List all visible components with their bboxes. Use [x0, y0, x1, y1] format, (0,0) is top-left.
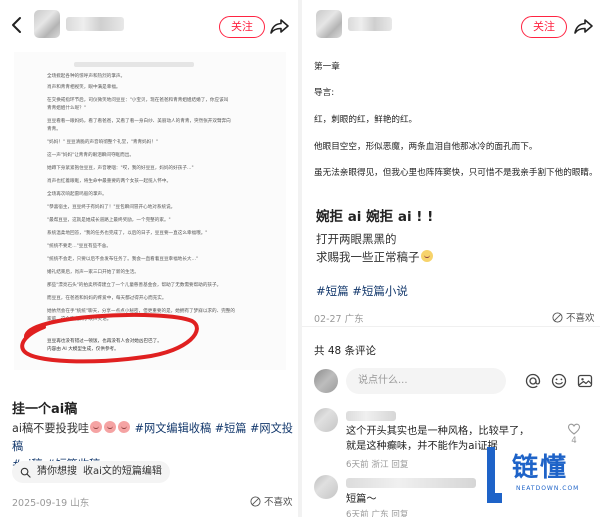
post-body-line: 打开两眼黑黑的 [316, 232, 397, 246]
doc-line: 青青。 [47, 127, 61, 132]
author-avatar[interactable] [316, 10, 342, 38]
post-image-document[interactable]: 全场掀起各种的惊呼声和热烈的掌声。 肖声和青青相视笑，眼中满是幸福。在交换戒指环节… [14, 52, 286, 370]
left-post-panel: 关注 全场掀起各种的惊呼声和热烈的掌声。 肖声和青青相视笑，眼中满是幸福。在交换戒… [0, 0, 298, 517]
doc-line: 青青姐姐什么呢？" [47, 106, 86, 111]
post-title: 婉拒 ai 婉拒 ai ! ! [316, 209, 434, 225]
comment-meta[interactable]: 6天前 浙江 回复 [346, 458, 409, 470]
sad-emoji-icon [420, 250, 433, 262]
heart-icon [567, 423, 581, 435]
right-post-panel: 关注 第一章 导言: 红，刺眼的红，鲜艳的红。 他眼目空空，形似恶魔，两条血泪自… [302, 0, 600, 517]
follow-button[interactable]: 关注 [521, 16, 567, 38]
at-mention-icon[interactable] [524, 372, 542, 390]
doc-line: "统统不会走，只要以后不会发布任务了。我会一直看着豆豆幸福地长大…" [47, 257, 199, 262]
like-button[interactable]: 4 [564, 422, 584, 446]
doc-line: 那些"漂亮石头"的拍卖所得建立了一个儿童慈善基金会，帮助了无数需要帮助的孩子。 [47, 283, 222, 288]
doc-line: 虽无法亲眼得见，但我心里也阵阵窦快，只可惜不是我亲手割下他的眼睛。 [314, 168, 598, 178]
doc-line: 在交换戒指环节后，司仪微笑地问豆豆："小宝贝，现在爸爸和青青姐姐结婚了，你应该叫 [47, 98, 229, 103]
red-circle-annotation [20, 312, 199, 364]
dislike-icon [250, 495, 261, 507]
comment-input[interactable]: 说点什么... [346, 368, 506, 394]
comment-input-row: 说点什么... [314, 368, 593, 396]
watermark-brand: 链懂 [512, 453, 569, 483]
author-name[interactable] [348, 17, 392, 31]
post-body-text: ai稿不要投我哇 [12, 422, 90, 435]
doc-line: 她蹲下身紧紧抱住豆豆，声音哽咽："哎，我的好豆豆，妈妈的好孩子…" [47, 166, 194, 171]
doc-line: 而豆豆，在爸爸和妈妈的疼爱中，每天都过得开心而充实。 [47, 296, 167, 301]
doc-line: "恭喜宿主，豆豆终于有妈妈了！"豆包瞬间冒开心地对系统说。 [47, 205, 176, 210]
post-header: 关注 [0, 0, 298, 52]
doc-line: "最帮豆豆，这就是她成长道路上最终奖励，一个完整的家。" [47, 218, 171, 223]
related-search-chip[interactable]: 猜你想搜 收ai文的短篇编辑 [12, 461, 170, 483]
back-arrow-icon[interactable] [6, 14, 28, 36]
image-icon[interactable] [576, 372, 594, 390]
watermark-logo-icon [487, 447, 502, 503]
dislike-button[interactable]: 不喜欢 [250, 494, 293, 508]
hashtag[interactable]: #网文编辑收稿 [135, 422, 212, 435]
doc-line: 全场再次响起雷鸣般的掌声。 [47, 192, 107, 197]
doc-line: 这一声"妈妈"让青青的眼泪瞬间夺眶而出。 [47, 153, 134, 158]
doc-header-bar [74, 62, 194, 67]
hashtag[interactable]: #短篇 [215, 422, 247, 435]
watermark-sub: NEATDOWN.COM [516, 485, 580, 492]
divider [302, 326, 600, 327]
dislike-label: 不喜欢 [264, 497, 293, 508]
comments-count: 共 48 条评论 [314, 345, 377, 357]
doc-line: 他眼目空空，形似恶魔，两条血泪自他那冰冷的面孔而下。 [314, 142, 538, 152]
author-avatar[interactable] [34, 10, 60, 38]
share-icon[interactable] [268, 14, 292, 38]
doc-line: 红，刺眼的红，鲜艳的红。 [314, 115, 418, 125]
doc-line: 婚礼结束后，肖声一家三口开始了新的生活。 [47, 270, 139, 275]
emoji-icon[interactable] [550, 372, 568, 390]
post-body-line: 求赐我一些正常稿子 [316, 250, 420, 264]
doc-line: "统统不要走…"豆豆有些不舍。 [47, 244, 111, 249]
my-avatar [314, 369, 338, 393]
search-icon [20, 467, 31, 478]
doc-line: 肖声和青青相视笑，眼中满是幸福。 [47, 85, 121, 90]
doc-line: "妈妈！" 豆豆清脆的声音响彻整个礼堂，"青青妈妈！" [47, 140, 158, 145]
post-date-location: 2025-09-19 山东 [12, 498, 90, 509]
hashtag[interactable]: #短篇 [316, 284, 349, 298]
post-body: 打开两眼黑黑的 求赐我一些正常稿子 [316, 230, 434, 266]
doc-line: 导言: [314, 88, 335, 98]
commenter-avatar[interactable] [314, 408, 338, 432]
comment-meta[interactable]: 6天前 广东 回复 [346, 508, 409, 517]
cry-emoji-icon [118, 421, 131, 433]
doc-line: 全场掀起各种的惊呼声和热烈的掌声。 [47, 74, 126, 79]
related-search-query: 收ai文的短篇编辑 [83, 466, 162, 477]
dislike-button[interactable]: 不喜欢 [552, 310, 595, 324]
follow-button[interactable]: 关注 [219, 16, 265, 38]
post-date-location: 02-27 广东 [314, 314, 364, 325]
commenter-avatar[interactable] [314, 475, 338, 499]
doc-line: 肖声也红着眼眶，将生命中最重要的两个女孩一起揽入怀中。 [47, 179, 172, 184]
post-header: 关注 [302, 0, 600, 52]
post-title: 挂一个ai稿 [12, 402, 78, 417]
post-tags: #短篇 #短篇小说 [316, 283, 408, 299]
commenter-name[interactable] [346, 411, 396, 421]
doc-line: 豆豆看看一眼妈妈，看了看爸爸，又看了看一身白纱、美丽动人的青青，突然张开双臂奔向 [47, 119, 231, 124]
cry-emoji-icon [90, 421, 103, 433]
doc-chapter: 第一章 [314, 62, 340, 72]
hashtag[interactable]: #短篇小说 [352, 284, 408, 298]
dislike-icon [552, 311, 563, 323]
commenter-name[interactable] [346, 478, 476, 488]
cry-emoji-icon [104, 421, 117, 433]
share-icon[interactable] [572, 14, 596, 38]
site-watermark: 链懂 NEATDOWN.COM [482, 445, 600, 517]
dislike-label: 不喜欢 [566, 313, 595, 324]
doc-line: 系统温柔地回答，"我的任务也完成了，以后的日子，豆豆要一直这么幸福哦。" [47, 231, 208, 236]
author-name[interactable] [66, 17, 124, 31]
related-search-label: 猜你想搜 [37, 466, 77, 477]
